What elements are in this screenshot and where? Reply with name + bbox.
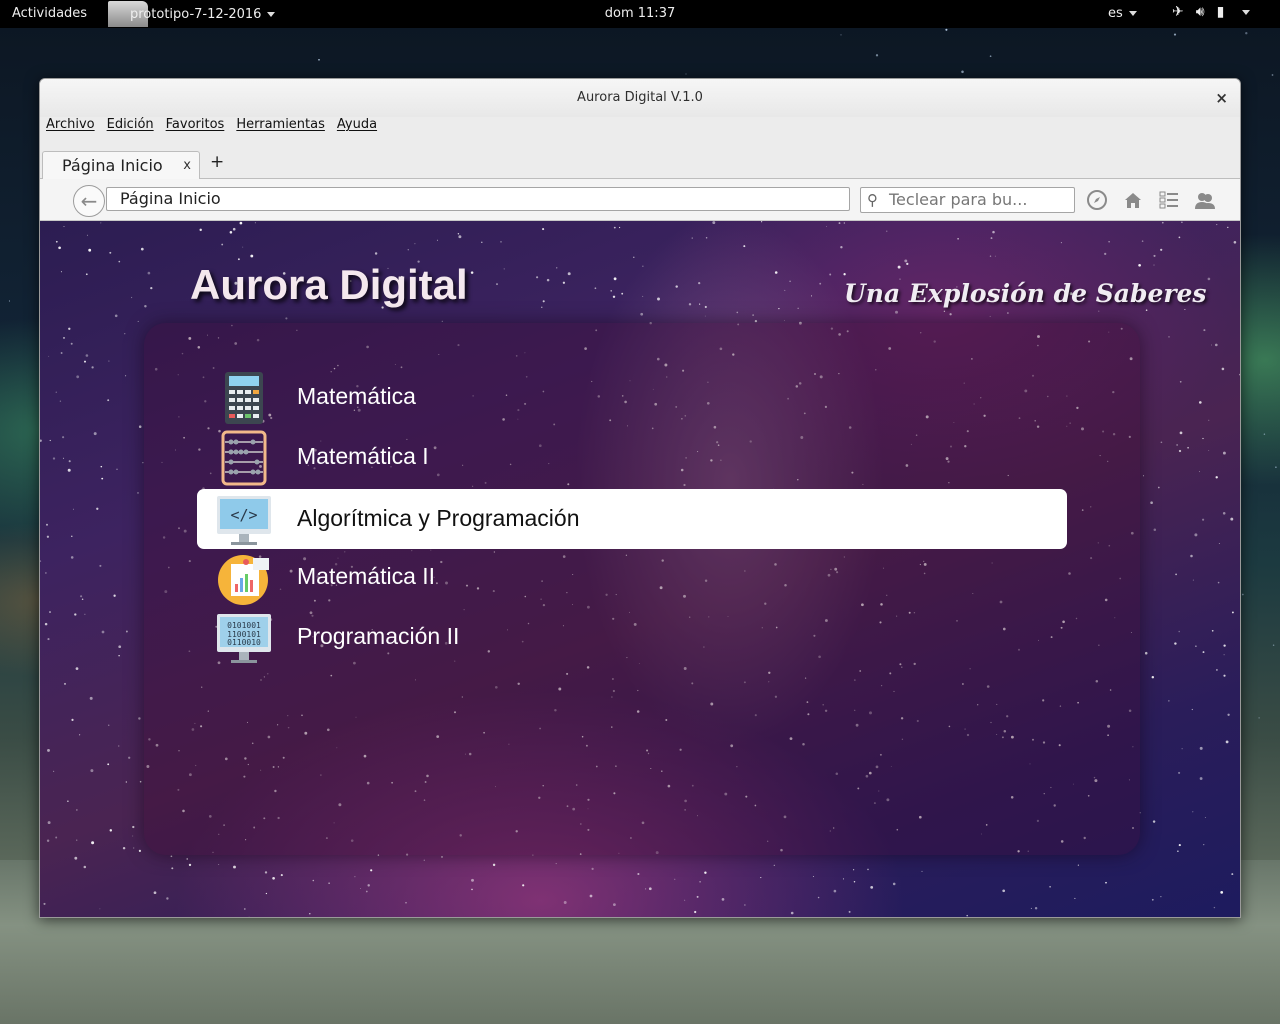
search-input[interactable]: ⚲ Teclear para bu... xyxy=(860,187,1075,213)
search-placeholder: Teclear para bu... xyxy=(889,190,1028,209)
abacus-icon xyxy=(221,430,267,486)
course-item-label: Matemática II xyxy=(297,563,436,589)
caret-down-icon xyxy=(1236,4,1251,20)
tab-pagina-inicio[interactable]: Página Inicio x xyxy=(42,151,200,179)
site-title: Aurora Digital xyxy=(190,261,468,308)
menu-herramientas[interactable]: Herramientas xyxy=(236,117,325,141)
course-item-algoritmica-y-programacion[interactable]: </> Algorítmica y Programación xyxy=(197,489,1067,549)
svg-text:</>: </> xyxy=(230,506,257,524)
course-item-label: Algorítmica y Programación xyxy=(297,505,580,531)
search-icon: ⚲ xyxy=(867,191,878,209)
navigation-bar: ← Página Inicio ⚲ Teclear para bu... xyxy=(40,179,1240,221)
calculator-icon xyxy=(225,372,263,424)
menu-edicion[interactable]: Edición xyxy=(107,117,154,141)
address-field[interactable]: Página Inicio xyxy=(106,187,850,211)
tab-bar: Página Inicio x + xyxy=(40,149,1240,179)
back-button[interactable]: ← xyxy=(73,185,105,217)
home-icon[interactable] xyxy=(1122,189,1144,211)
course-item-matematica-i[interactable]: Matemática I xyxy=(197,427,1067,487)
window-title: Aurora Digital V.1.0 xyxy=(577,90,703,105)
course-item-label: Matemática xyxy=(297,383,416,409)
binary-monitor-icon: 0101001 1100101 0110010 xyxy=(217,614,271,663)
top-panel: Actividades prototipo-7-12-2016 dom 11:3… xyxy=(0,0,1280,28)
clock[interactable]: dom 11:37 xyxy=(0,6,1280,21)
course-item-programacion-ii[interactable]: 0101001 1100101 0110010 Programación II xyxy=(197,607,1067,667)
language-selector[interactable]: es xyxy=(1108,6,1137,21)
compass-icon[interactable] xyxy=(1086,189,1108,211)
system-status-area[interactable]: ✈ 🔊︎ ▮ xyxy=(1172,4,1251,20)
course-item-label: Programación II xyxy=(297,623,460,649)
code-monitor-icon: </> xyxy=(217,496,271,545)
window-titlebar[interactable]: Aurora Digital V.1.0 × xyxy=(40,79,1240,117)
course-item-label: Matemática I xyxy=(297,443,429,469)
report-chart-icon xyxy=(218,555,269,605)
svg-text:0110010: 0110010 xyxy=(227,638,261,647)
menu-ayuda[interactable]: Ayuda xyxy=(337,117,377,141)
course-item-matematica-ii[interactable]: Matemática II xyxy=(197,547,1067,607)
battery-icon: ▮ xyxy=(1216,4,1225,20)
menu-favoritos[interactable]: Favoritos xyxy=(166,117,225,141)
caret-down-icon xyxy=(1128,11,1137,16)
course-item-matematica[interactable]: Matemática xyxy=(197,367,1067,427)
menu-bar: Archivo Edición Favoritos Herramientas A… xyxy=(46,117,377,141)
users-icon[interactable] xyxy=(1194,189,1216,211)
svg-text:0101001: 0101001 xyxy=(227,621,261,630)
arrow-left-icon: ← xyxy=(80,189,98,213)
close-window-button[interactable]: × xyxy=(1215,79,1228,117)
volume-icon: 🔊︎ xyxy=(1195,4,1205,20)
menu-archivo[interactable]: Archivo xyxy=(46,117,95,141)
tab-label: Página Inicio xyxy=(62,156,163,175)
app-window: Aurora Digital V.1.0 × Archivo Edición F… xyxy=(39,78,1241,918)
tab-close-button[interactable]: x xyxy=(183,152,191,179)
list-icon[interactable] xyxy=(1158,189,1180,211)
new-tab-button[interactable]: + xyxy=(210,152,224,172)
toolbar-icons xyxy=(1086,189,1216,211)
airplane-icon: ✈ xyxy=(1172,4,1184,20)
page-content: Aurora Digital Una Explosión de Saberes … xyxy=(40,221,1240,917)
site-tagline: Una Explosión de Saberes xyxy=(844,279,1207,308)
